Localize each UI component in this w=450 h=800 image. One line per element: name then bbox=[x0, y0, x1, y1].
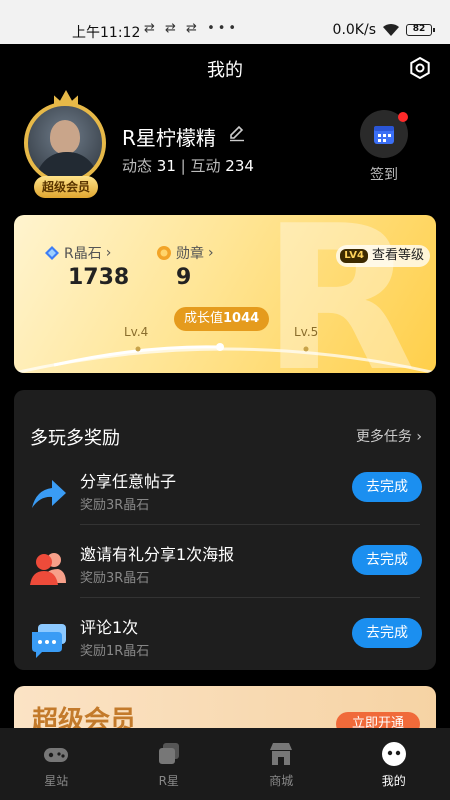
crystal-icon bbox=[45, 246, 59, 260]
network-speed: 0.0K/s bbox=[332, 22, 376, 38]
nav-item-shop[interactable]: 商城 bbox=[225, 728, 338, 800]
chevron-right-icon: › bbox=[208, 245, 214, 261]
medal-value: 9 bbox=[176, 265, 192, 290]
edit-icon[interactable] bbox=[228, 124, 246, 142]
task-item: 邀请有礼分享1次海报 奖励3R晶石 去完成 bbox=[14, 533, 436, 605]
comment-icon bbox=[32, 624, 66, 658]
chevron-right-icon: › bbox=[105, 245, 112, 261]
chat-icon bbox=[158, 743, 179, 764]
task-reward: 奖励3R晶石 bbox=[80, 498, 150, 513]
task-reward: 奖励1R晶石 bbox=[80, 644, 150, 659]
crystal-value: 1738 bbox=[68, 265, 130, 290]
task-item: 分享任意帖子 奖励3R晶石 去完成 bbox=[14, 460, 436, 532]
medal-label: 勋章 bbox=[176, 246, 204, 262]
task-name: 分享任意帖子 bbox=[80, 472, 177, 491]
invite-icon bbox=[30, 553, 66, 585]
status-right: 0.0K/s 82 bbox=[332, 22, 435, 38]
posts-count[interactable]: 31 bbox=[157, 157, 176, 175]
nav-item-rstar[interactable]: R星 bbox=[113, 728, 226, 800]
medal-link[interactable]: 勋章 › bbox=[156, 243, 214, 263]
growth-value-pill: 成长值1044 bbox=[174, 307, 270, 331]
task-reward: 奖励3R晶石 bbox=[80, 571, 150, 586]
view-level-button[interactable]: LV4 查看等级 bbox=[336, 245, 430, 267]
level-progress-arc bbox=[14, 343, 436, 373]
more-tasks-label: 更多任务 bbox=[355, 429, 412, 445]
task-item: 评论1次 奖励1R晶石 去完成 bbox=[14, 606, 436, 678]
level-tag: LV4 bbox=[340, 249, 368, 263]
share-icon bbox=[32, 480, 66, 508]
checkin-label[interactable]: 签到 bbox=[360, 164, 408, 184]
nav-label: 商城 bbox=[269, 774, 294, 788]
tasks-title: 多玩多奖励 bbox=[30, 428, 120, 449]
bottom-nav: 星站 R星 商城 我的 bbox=[0, 728, 450, 800]
chevron-right-icon: › bbox=[416, 429, 422, 445]
tasks-panel: 多玩多奖励 更多任务 › 分享任意帖子 奖励3R晶石 去完成 邀请有礼分享1次海… bbox=[14, 390, 436, 670]
game-icon bbox=[44, 748, 69, 762]
username: R星柠檬精 bbox=[122, 126, 216, 150]
avatar-image bbox=[24, 102, 106, 184]
page-title: 我的 bbox=[207, 60, 243, 81]
vip-badge: 超级会员 bbox=[34, 176, 98, 198]
nav-item-xingzhan[interactable]: 星站 bbox=[0, 728, 113, 800]
crystal-link[interactable]: R晶石 › bbox=[44, 243, 111, 263]
nav-label: 我的 bbox=[381, 774, 406, 788]
profile-stats: 动态 31 | 互动 234 bbox=[122, 155, 254, 176]
status-time: 上午11:12 bbox=[72, 25, 141, 41]
stats-divider: | bbox=[180, 157, 191, 175]
complete-task-button[interactable]: 去完成 bbox=[352, 545, 422, 575]
avatar[interactable]: 超级会员 bbox=[16, 90, 116, 200]
medal-icon bbox=[157, 246, 171, 260]
shop-icon bbox=[270, 743, 293, 765]
nav-label: R星 bbox=[158, 774, 179, 788]
complete-task-button[interactable]: 去完成 bbox=[352, 472, 422, 502]
profile-icon bbox=[381, 742, 406, 766]
nav-item-mine[interactable]: 我的 bbox=[338, 728, 450, 800]
growth-label: 成长值 bbox=[184, 311, 224, 326]
more-tasks-link[interactable]: 更多任务 › bbox=[356, 426, 422, 446]
divider bbox=[80, 524, 420, 525]
view-level-label: 查看等级 bbox=[371, 248, 424, 263]
notification-dot bbox=[398, 112, 408, 122]
notification-icons: ⇄ ⇄ ⇄ ••• bbox=[144, 21, 240, 36]
complete-task-button[interactable]: 去完成 bbox=[352, 618, 422, 648]
status-bar: 上午11:12 ⇄ ⇄ ⇄ ••• 0.0K/s 82 bbox=[0, 0, 450, 44]
growth-value: 1044 bbox=[223, 311, 260, 326]
task-name: 邀请有礼分享1次海报 bbox=[80, 545, 235, 564]
settings-icon[interactable] bbox=[408, 56, 432, 80]
calendar-icon bbox=[374, 126, 394, 144]
battery-icon: 82 bbox=[406, 24, 435, 36]
interactions-label: 互动 bbox=[190, 157, 221, 175]
level-card[interactable]: R R晶石 › 1738 勋章 › 9 LV4 查看等级 成长值1044 Lv.… bbox=[14, 215, 436, 373]
wifi-icon bbox=[383, 23, 399, 36]
posts-label: 动态 bbox=[122, 157, 153, 175]
interactions-count[interactable]: 234 bbox=[225, 157, 254, 175]
task-name: 评论1次 bbox=[80, 618, 139, 637]
crystal-label: R晶石 bbox=[64, 246, 102, 262]
divider bbox=[80, 597, 420, 598]
nav-label: 星站 bbox=[44, 774, 69, 788]
